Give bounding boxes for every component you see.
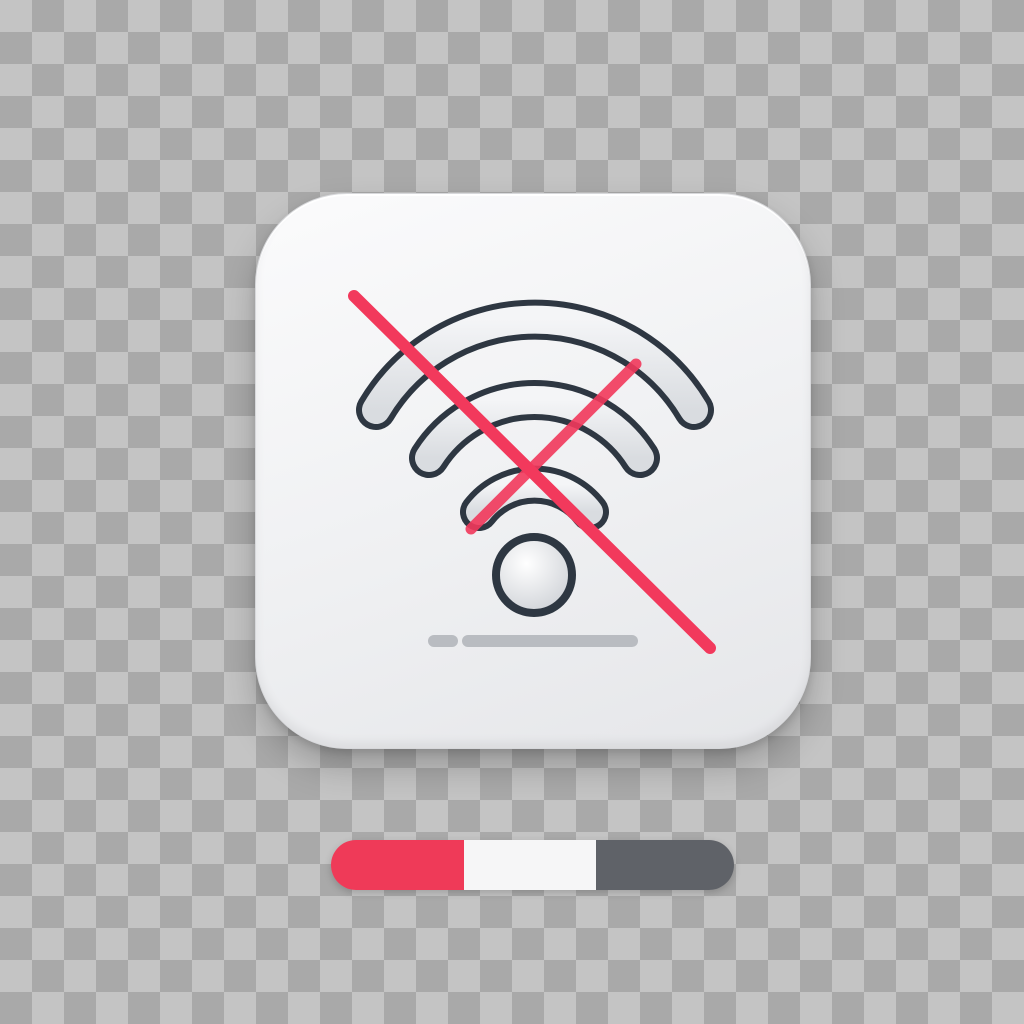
wifi-off-icon [348, 290, 716, 654]
status-segment-gray [596, 840, 734, 890]
status-segment-white [464, 840, 596, 890]
wifi-dot [492, 533, 576, 617]
status-segment-red [331, 840, 464, 890]
app-icon-tile[interactable] [255, 193, 811, 749]
indicator-bar [428, 635, 638, 647]
status-color-bar [331, 840, 734, 890]
transparent-canvas [0, 0, 1024, 1024]
